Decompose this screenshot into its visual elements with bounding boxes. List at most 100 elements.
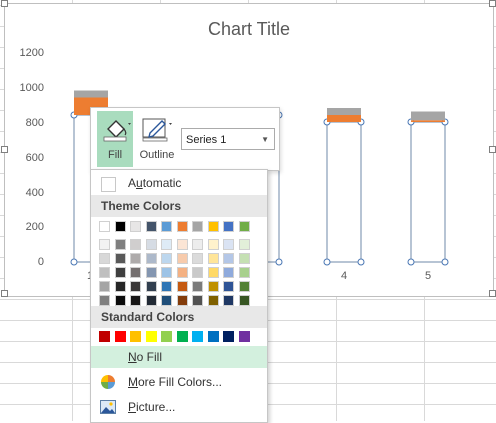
color-swatch[interactable] xyxy=(161,239,172,250)
color-swatch[interactable] xyxy=(207,239,219,250)
picture-icon xyxy=(100,400,116,414)
color-swatch[interactable] xyxy=(114,331,126,342)
color-swatch[interactable] xyxy=(192,331,203,342)
bar-segment[interactable] xyxy=(410,121,446,263)
color-swatch[interactable] xyxy=(207,331,219,342)
color-swatch[interactable] xyxy=(176,253,188,264)
color-swatch[interactable] xyxy=(161,221,172,232)
color-swatch[interactable] xyxy=(161,253,172,264)
color-swatch[interactable] xyxy=(207,253,219,264)
color-swatch[interactable] xyxy=(207,295,219,306)
color-swatch[interactable] xyxy=(99,221,110,232)
bar-segment[interactable] xyxy=(74,90,108,98)
color-swatch[interactable] xyxy=(223,221,234,232)
color-swatch[interactable] xyxy=(114,221,126,232)
bar-segment[interactable] xyxy=(327,115,361,122)
color-swatch[interactable] xyxy=(192,295,203,306)
color-swatch[interactable] xyxy=(130,281,141,292)
color-swatch[interactable] xyxy=(223,281,234,292)
color-swatch[interactable] xyxy=(192,267,203,278)
color-swatch[interactable] xyxy=(114,239,126,250)
color-swatch[interactable] xyxy=(145,253,157,264)
color-swatch[interactable] xyxy=(192,281,203,292)
fill-button[interactable]: Fill xyxy=(97,111,133,167)
color-swatch[interactable] xyxy=(130,239,141,250)
format-mini-toolbar: Fill Outline Series 1 ▼ xyxy=(90,107,280,171)
color-swatch[interactable] xyxy=(130,331,141,342)
color-swatch[interactable] xyxy=(238,253,250,264)
color-swatch[interactable] xyxy=(223,267,234,278)
color-swatch[interactable] xyxy=(114,281,126,292)
color-swatch[interactable] xyxy=(176,295,188,306)
color-swatch[interactable] xyxy=(161,331,172,342)
bar-segment[interactable] xyxy=(411,120,445,122)
color-swatch[interactable] xyxy=(176,331,188,342)
chevron-down-icon: ▼ xyxy=(261,135,269,144)
color-swatch[interactable] xyxy=(207,281,219,292)
bar-segment[interactable] xyxy=(327,108,361,115)
color-swatch[interactable] xyxy=(176,281,188,292)
color-swatch[interactable] xyxy=(130,267,141,278)
color-swatch[interactable] xyxy=(145,239,157,250)
menu-item-picture[interactable]: Picture... xyxy=(91,396,267,418)
color-swatch[interactable] xyxy=(238,331,250,342)
color-swatch[interactable] xyxy=(130,295,141,306)
color-swatch[interactable] xyxy=(145,221,157,232)
color-swatch[interactable] xyxy=(192,253,203,264)
selection-handle[interactable] xyxy=(357,258,365,266)
color-swatch[interactable] xyxy=(176,239,188,250)
selection-handle[interactable] xyxy=(323,258,331,266)
color-swatch[interactable] xyxy=(207,221,219,232)
picture-label: Picture... xyxy=(128,400,176,414)
color-swatch[interactable] xyxy=(238,281,250,292)
color-swatch[interactable] xyxy=(176,221,188,232)
selection-handle[interactable] xyxy=(441,258,449,266)
color-swatch[interactable] xyxy=(99,281,110,292)
color-swatch[interactable] xyxy=(145,267,157,278)
color-swatch[interactable] xyxy=(238,221,250,232)
color-swatch[interactable] xyxy=(223,239,234,250)
color-swatch[interactable] xyxy=(238,295,250,306)
color-swatch[interactable] xyxy=(238,239,250,250)
color-swatch[interactable] xyxy=(114,267,126,278)
color-swatch[interactable] xyxy=(192,221,203,232)
bar-segment[interactable] xyxy=(411,111,445,121)
series-select[interactable]: Series 1 ▼ xyxy=(181,128,275,150)
color-swatch[interactable] xyxy=(192,239,203,250)
color-swatch[interactable] xyxy=(99,295,110,306)
selection-handle[interactable] xyxy=(70,258,78,266)
color-swatch[interactable] xyxy=(99,239,110,250)
color-swatch[interactable] xyxy=(145,281,157,292)
color-swatch[interactable] xyxy=(161,295,172,306)
automatic-label: Automatic xyxy=(128,176,182,190)
color-swatch[interactable] xyxy=(130,221,141,232)
color-swatch[interactable] xyxy=(99,331,110,342)
color-wheel-icon xyxy=(101,375,115,389)
series-select-value: Series 1 xyxy=(186,134,227,146)
color-swatch[interactable] xyxy=(207,267,219,278)
color-swatch[interactable] xyxy=(99,253,110,264)
bar-segment[interactable] xyxy=(326,121,362,263)
color-swatch[interactable] xyxy=(145,295,157,306)
color-swatch[interactable] xyxy=(99,267,110,278)
color-swatch[interactable] xyxy=(161,267,172,278)
color-swatch[interactable] xyxy=(161,281,172,292)
color-swatch[interactable] xyxy=(176,267,188,278)
color-swatch[interactable] xyxy=(130,253,141,264)
menu-item-automatic[interactable]: Automatic xyxy=(91,172,267,194)
selection-handle[interactable] xyxy=(275,258,283,266)
pen-icon xyxy=(142,118,172,142)
outline-button[interactable]: Outline xyxy=(138,111,176,167)
color-swatch[interactable] xyxy=(223,253,234,264)
color-swatch[interactable] xyxy=(223,295,234,306)
menu-item-more-fill-colors[interactable]: More Fill Colors... xyxy=(91,371,267,393)
color-swatch[interactable] xyxy=(223,331,234,342)
color-swatch[interactable] xyxy=(114,295,126,306)
fill-label: Fill xyxy=(107,149,123,161)
automatic-swatch xyxy=(101,177,116,192)
color-swatch[interactable] xyxy=(114,253,126,264)
menu-item-no-fill[interactable]: No Fill xyxy=(91,346,267,368)
color-swatch[interactable] xyxy=(238,267,250,278)
selection-handle[interactable] xyxy=(407,258,415,266)
color-swatch[interactable] xyxy=(145,331,157,342)
